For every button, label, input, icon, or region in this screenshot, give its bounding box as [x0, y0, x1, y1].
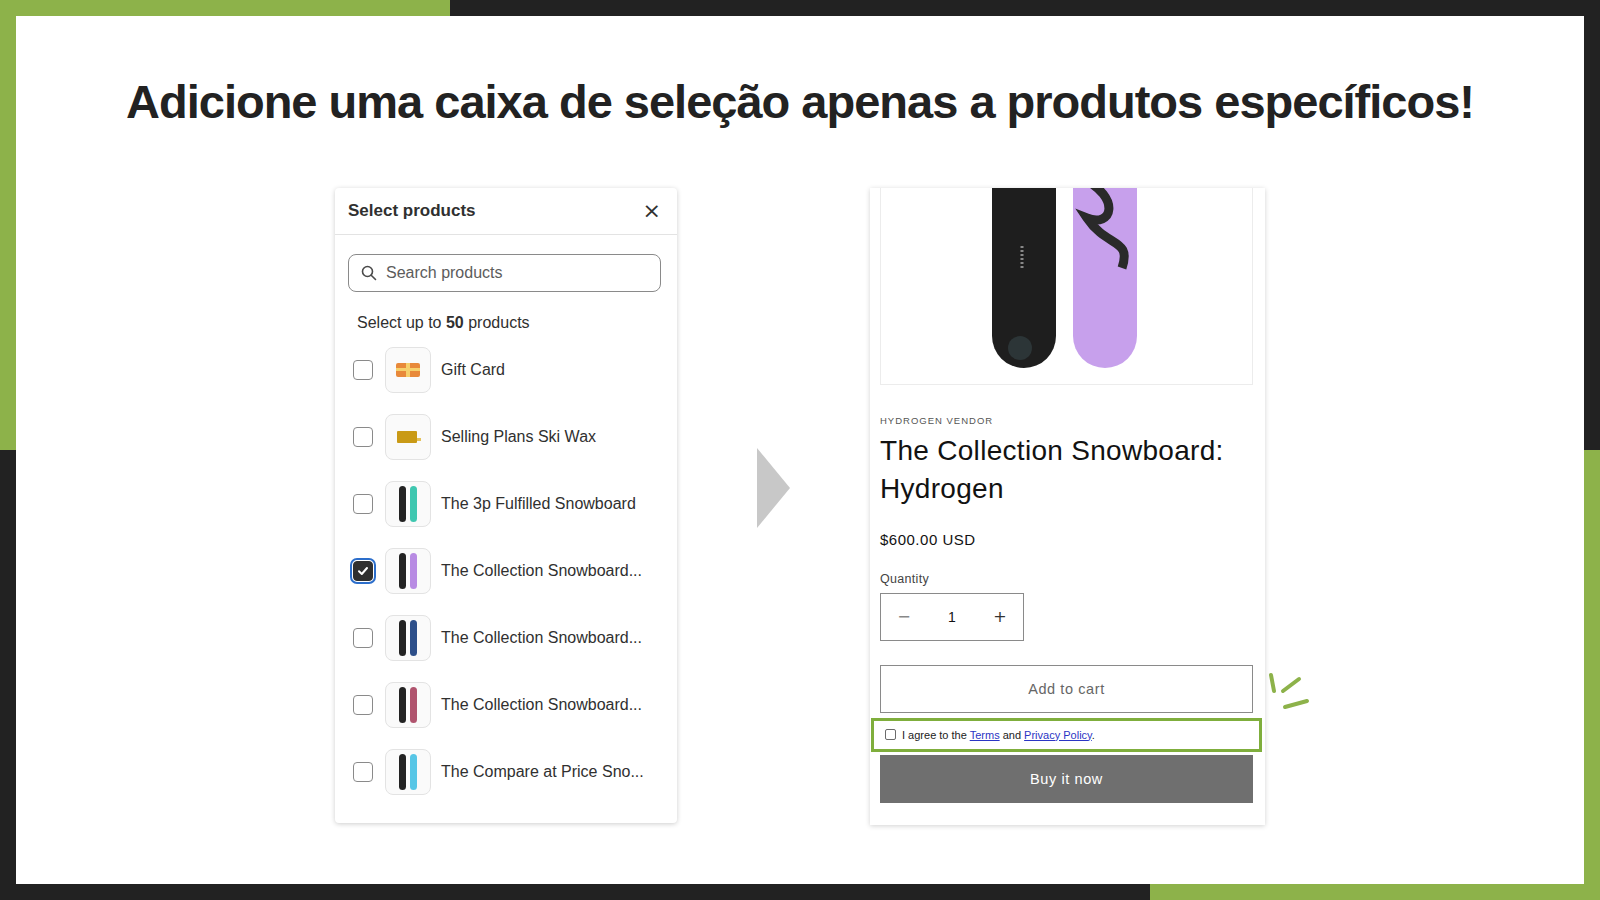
terms-label: I agree to the Terms and Privacy Policy.: [902, 729, 1095, 741]
product-thumbnail: [385, 615, 431, 661]
product-thumbnail: [385, 682, 431, 728]
product-price: $600.00 USD: [880, 531, 1253, 548]
product-thumbnail: [385, 548, 431, 594]
terms-link[interactable]: Terms: [970, 729, 1000, 741]
product-row[interactable]: Selling Plans Ski Wax: [335, 403, 677, 470]
product-name: Selling Plans Ski Wax: [441, 428, 596, 446]
quantity-selector: − 1 +: [880, 593, 1024, 641]
headline: Adicione uma caixa de seleção apenas a p…: [114, 74, 1486, 130]
product-list: Gift Card Selling Plans Ski Wax The 3p Ful…: [335, 336, 677, 817]
product-thumbnail: [385, 414, 431, 460]
quantity-label: Quantity: [880, 572, 1253, 586]
arrow-icon: [757, 448, 790, 528]
cart-area: Add to cart: [880, 665, 1253, 713]
product-image: [880, 188, 1253, 385]
spark-icon: [1265, 671, 1311, 715]
product-checkbox[interactable]: [353, 561, 373, 581]
privacy-link[interactable]: Privacy Policy: [1024, 729, 1092, 741]
product-row[interactable]: The Collection Snowboard...: [335, 604, 677, 671]
selection-limit: Select up to 50 products: [357, 314, 657, 332]
product-name: The Compare at Price Sno...: [441, 763, 644, 781]
product-checkbox[interactable]: [353, 427, 373, 447]
snowboard-image-icon: [882, 188, 1252, 378]
snowboard-icon: [393, 551, 423, 591]
product-row[interactable]: The Collection Snowboard...: [335, 671, 677, 738]
add-to-cart-button[interactable]: Add to cart: [880, 665, 1253, 713]
product-name: The Collection Snowboard...: [441, 696, 642, 714]
product-thumbnail: [385, 347, 431, 393]
product-checkbox[interactable]: [353, 494, 373, 514]
product-row[interactable]: Gift Card: [335, 336, 677, 403]
product-row[interactable]: The 3p Fulfilled Snowboard: [335, 470, 677, 537]
snowboard-icon: [393, 618, 423, 658]
product-thumbnail: [385, 749, 431, 795]
product-row[interactable]: The Collection Snowboard...: [335, 537, 677, 604]
product-vendor: HYDROGEN VENDOR: [880, 415, 1253, 426]
snowboard-icon: [393, 484, 423, 524]
product-name: The Collection Snowboard...: [441, 562, 642, 580]
product-name: The 3p Fulfilled Snowboard: [441, 495, 636, 513]
check-icon: [356, 564, 370, 578]
product-checkbox[interactable]: [353, 695, 373, 715]
product-name: Gift Card: [441, 361, 505, 379]
search-field[interactable]: [348, 254, 661, 292]
ski-wax-icon: [393, 422, 423, 452]
product-checkbox[interactable]: [353, 628, 373, 648]
product-checkbox[interactable]: [353, 360, 373, 380]
quantity-value[interactable]: 1: [948, 609, 956, 625]
product-thumbnail: [385, 481, 431, 527]
snowboard-icon: [393, 685, 423, 725]
search-icon: [361, 265, 377, 281]
terms-checkbox[interactable]: [885, 729, 896, 740]
gift-card-icon: [393, 355, 423, 385]
terms-checkbox-row[interactable]: I agree to the Terms and Privacy Policy.: [871, 718, 1262, 752]
search-input[interactable]: [386, 256, 648, 290]
slide-card: Adicione uma caixa de seleção apenas a p…: [16, 16, 1584, 884]
slide: Adicione uma caixa de seleção apenas a p…: [0, 0, 1600, 900]
product-page-preview: HYDROGEN VENDOR The Collection Snowboard:…: [870, 188, 1265, 824]
close-button[interactable]: ×: [641, 200, 663, 222]
product-name: The Collection Snowboard...: [441, 629, 642, 647]
picker-title: Select products: [348, 201, 476, 221]
increase-button[interactable]: +: [977, 606, 1023, 627]
picker-header: Select products ×: [335, 188, 677, 235]
product-row[interactable]: The Compare at Price Sno...: [335, 738, 677, 805]
product-checkbox[interactable]: [353, 762, 373, 782]
product-picker: Select products × Select up to 50 products…: [335, 188, 677, 823]
demo-row: Select products × Select up to 50 products…: [335, 188, 1265, 824]
buy-now-button[interactable]: Buy it now: [880, 755, 1253, 803]
product-info: HYDROGEN VENDOR The Collection Snowboard:…: [870, 415, 1265, 712]
product-title: The Collection Snowboard: Hydrogen: [880, 432, 1253, 508]
snowboard-icon: [393, 752, 423, 792]
buy-area: Buy it now: [870, 752, 1265, 803]
decrease-button[interactable]: −: [881, 606, 927, 627]
